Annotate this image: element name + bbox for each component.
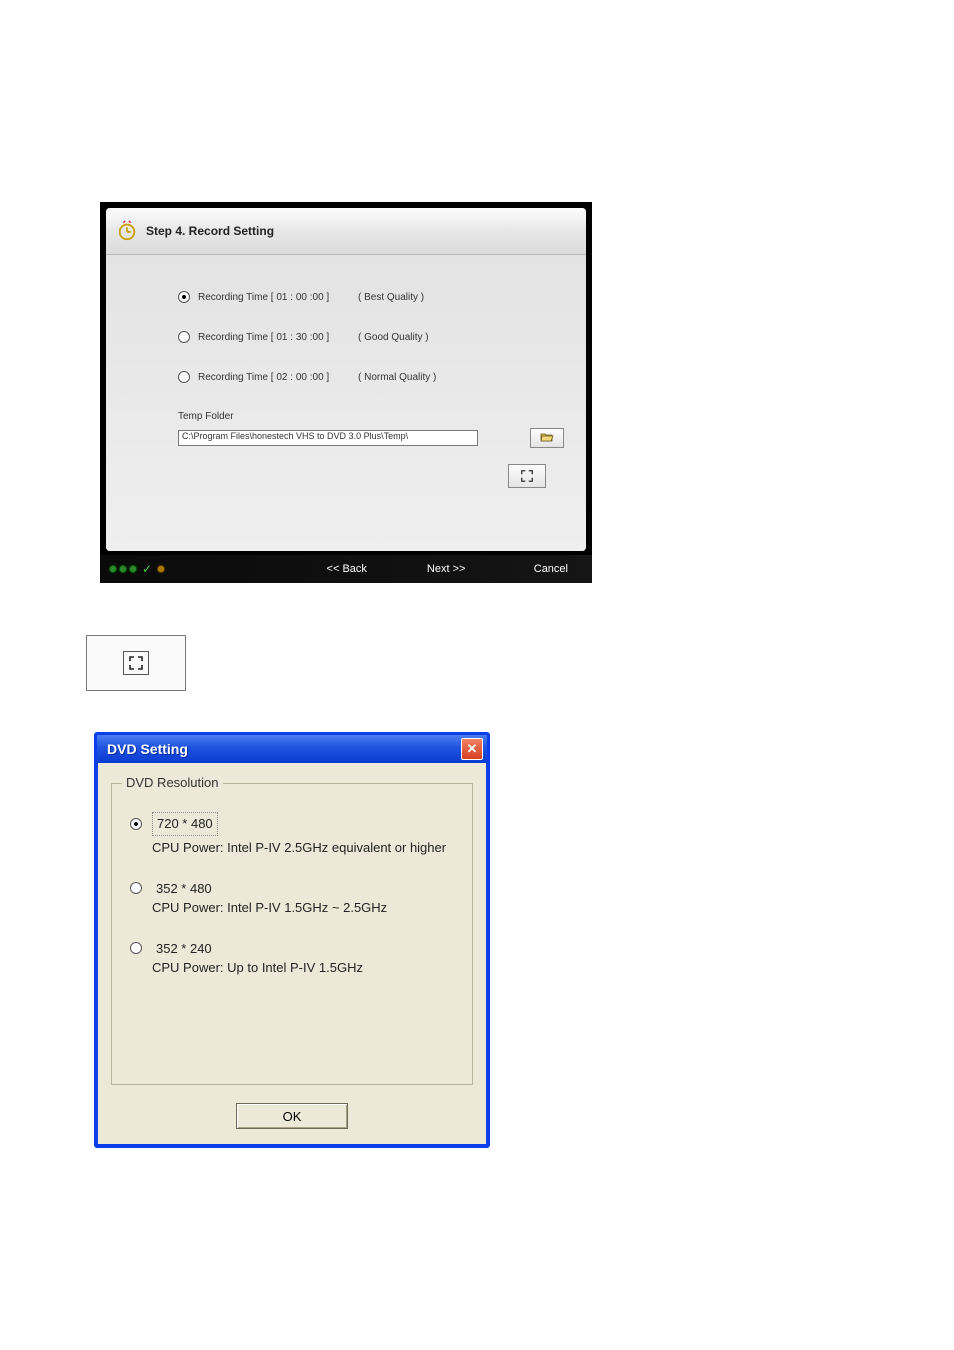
ok-button[interactable]: OK bbox=[236, 1103, 348, 1129]
dialog-body: DVD Resolution 720 * 480 CPU Power: Inte… bbox=[97, 763, 487, 1137]
next-button[interactable]: Next >> bbox=[427, 563, 466, 575]
expand-icon bbox=[520, 469, 534, 483]
browse-button[interactable] bbox=[530, 428, 564, 448]
radio-icon[interactable] bbox=[178, 331, 190, 343]
close-button[interactable]: ✕ bbox=[461, 738, 483, 760]
radio-icon[interactable] bbox=[130, 818, 142, 830]
titlebar: DVD Setting ✕ bbox=[97, 735, 487, 763]
expand-icon bbox=[123, 651, 149, 675]
recording-time-label: Recording Time [ 02 : 00 :00 ] bbox=[198, 372, 358, 383]
cancel-button[interactable]: Cancel bbox=[534, 563, 568, 575]
temp-folder-row: C:\Program Files\honestech VHS to DVD 3.… bbox=[178, 428, 564, 448]
folder-open-icon bbox=[540, 432, 554, 444]
quality-label: ( Best Quality ) bbox=[358, 292, 424, 303]
resolution-value: 352 * 240 bbox=[156, 941, 212, 956]
step-dot bbox=[120, 566, 126, 572]
cpu-requirement: CPU Power: Intel P-IV 2.5GHz equivalent … bbox=[152, 840, 454, 857]
step-dot bbox=[158, 566, 164, 572]
radio-icon[interactable] bbox=[178, 371, 190, 383]
wizard-title: Step 4. Record Setting bbox=[146, 224, 274, 238]
resolution-value: 720 * 480 bbox=[157, 816, 213, 831]
cpu-requirement: CPU Power: Intel P-IV 1.5GHz ~ 2.5GHz bbox=[152, 900, 454, 917]
resolution-option-352-480[interactable]: 352 * 480 CPU Power: Intel P-IV 1.5GHz ~… bbox=[130, 881, 454, 917]
wizard-panel: Step 4. Record Setting Recording Time [ … bbox=[106, 208, 586, 551]
dvd-setting-dialog: DVD Setting ✕ DVD Resolution 720 * 480 C… bbox=[94, 732, 490, 1148]
cpu-requirement: CPU Power: Up to Intel P-IV 1.5GHz bbox=[152, 960, 454, 977]
recording-time-label: Recording Time [ 01 : 30 :00 ] bbox=[198, 332, 358, 343]
wizard-footer: ✓ << Back Next >> Cancel bbox=[100, 555, 592, 583]
record-setting-wizard: Step 4. Record Setting Recording Time [ … bbox=[100, 202, 592, 583]
recording-time-label: Recording Time [ 01 : 00 :00 ] bbox=[198, 292, 358, 303]
resolution-option-720[interactable]: 720 * 480 CPU Power: Intel P-IV 2.5GHz e… bbox=[130, 812, 454, 857]
quality-label: ( Normal Quality ) bbox=[358, 372, 436, 383]
dialog-title: DVD Setting bbox=[107, 741, 188, 757]
step-dot bbox=[110, 566, 116, 572]
temp-folder-input[interactable]: C:\Program Files\honestech VHS to DVD 3.… bbox=[178, 430, 478, 446]
back-button[interactable]: << Back bbox=[327, 563, 367, 575]
radio-icon[interactable] bbox=[130, 942, 142, 954]
resolution-value: 352 * 480 bbox=[156, 881, 212, 896]
expand-icon-thumbnail bbox=[86, 635, 186, 691]
dvd-resolution-group: DVD Resolution 720 * 480 CPU Power: Inte… bbox=[111, 783, 473, 1085]
clock-icon bbox=[116, 220, 138, 242]
resolution-option-352-240[interactable]: 352 * 240 CPU Power: Up to Intel P-IV 1.… bbox=[130, 941, 454, 977]
radio-icon[interactable] bbox=[178, 291, 190, 303]
quality-label: ( Good Quality ) bbox=[358, 332, 429, 343]
recording-option-best[interactable]: Recording Time [ 01 : 00 :00 ] ( Best Qu… bbox=[178, 291, 564, 303]
step-dot bbox=[130, 566, 136, 572]
step-indicator: ✓ bbox=[100, 562, 200, 576]
recording-option-normal[interactable]: Recording Time [ 02 : 00 :00 ] ( Normal … bbox=[178, 371, 564, 383]
group-label: DVD Resolution bbox=[122, 775, 223, 790]
recording-option-good[interactable]: Recording Time [ 01 : 30 :00 ] ( Good Qu… bbox=[178, 331, 564, 343]
wizard-body: Recording Time [ 01 : 00 :00 ] ( Best Qu… bbox=[106, 255, 586, 551]
wizard-header: Step 4. Record Setting bbox=[106, 208, 586, 255]
step-check-icon: ✓ bbox=[140, 562, 154, 576]
radio-icon[interactable] bbox=[130, 882, 142, 894]
temp-folder-label: Temp Folder bbox=[178, 411, 564, 422]
close-icon: ✕ bbox=[467, 741, 478, 757]
dvd-setting-button[interactable] bbox=[508, 464, 546, 488]
